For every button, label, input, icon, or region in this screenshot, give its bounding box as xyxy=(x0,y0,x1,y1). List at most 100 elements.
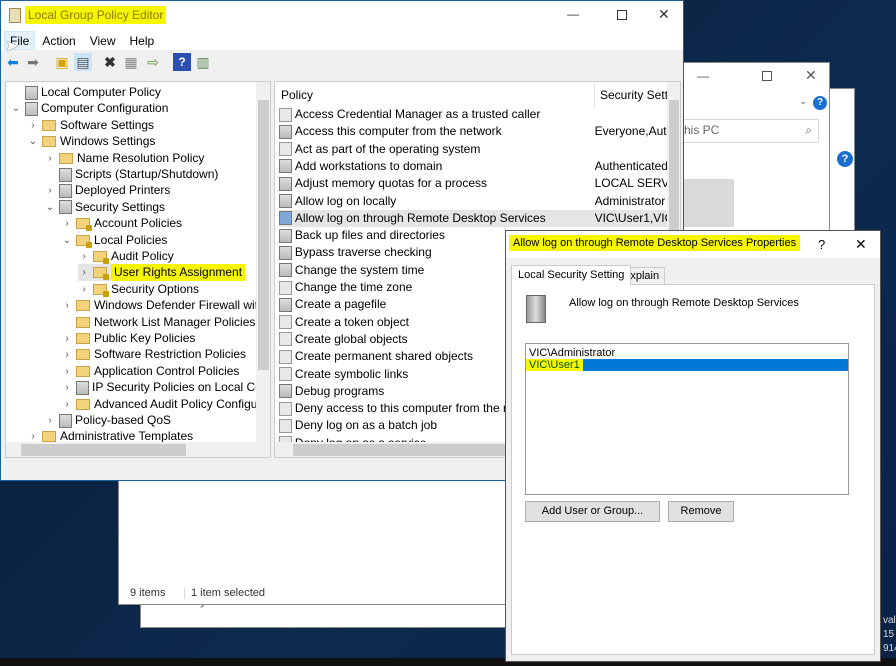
tab-local-security-setting[interactable]: Local Security Setting xyxy=(511,265,632,285)
export-list-icon[interactable]: ⇨ xyxy=(144,53,162,71)
tree-item[interactable]: › Account Policies xyxy=(61,215,182,232)
tree-item[interactable]: › Security Options xyxy=(78,281,199,298)
tree-item[interactable]: › Audit Policy xyxy=(78,248,174,265)
tree-item[interactable]: › Policy-based QoS xyxy=(44,412,171,429)
delete-icon[interactable]: ✖ xyxy=(101,53,119,71)
tree-item[interactable]: ⌄ Windows Settings xyxy=(27,133,156,150)
up-folder-icon[interactable]: ▣ xyxy=(53,53,71,71)
policy-name: Access Credential Manager as a trusted c… xyxy=(294,107,541,121)
tree-item[interactable]: › Software Restriction Policies xyxy=(61,346,246,363)
column-header-setting[interactable]: Security Settin xyxy=(594,82,669,108)
tree-vscrollbar[interactable] xyxy=(256,82,270,442)
chevron-right-icon[interactable]: › xyxy=(78,264,90,281)
policy-icon xyxy=(279,401,292,416)
chevron-right-icon[interactable]: › xyxy=(61,297,73,314)
chevron-right-icon[interactable]: › xyxy=(61,363,73,380)
search-input[interactable]: his PC ⌕ xyxy=(679,119,819,143)
chevron-down-icon[interactable]: ⌄ xyxy=(44,199,56,216)
action-pane-icon[interactable]: ▥ xyxy=(194,53,212,71)
chevron-right-icon[interactable]: › xyxy=(44,412,56,429)
tree-item-label: Public Key Policies xyxy=(94,331,196,345)
minimize-button[interactable]: — xyxy=(697,69,709,83)
chevron-right-icon[interactable]: › xyxy=(27,117,39,134)
tree-hscrollbar[interactable] xyxy=(6,442,270,457)
tree-pane: Local Computer Policy ⌄ Computer Configura… xyxy=(5,81,271,458)
maximize-button[interactable] xyxy=(617,10,627,20)
chevron-right-icon[interactable]: › xyxy=(61,379,73,396)
edge-text: 914 xyxy=(883,643,896,654)
chevron-down-icon[interactable]: ⌄ xyxy=(27,133,39,150)
script-icon xyxy=(59,167,72,182)
tree-item[interactable]: Scripts (Startup/Shutdown) xyxy=(44,166,218,183)
show-hide-tree-icon[interactable]: ▤ xyxy=(74,53,92,71)
tree-item[interactable]: › Windows Defender Firewall with xyxy=(61,297,264,314)
policy-row[interactable]: Allow log on locally Administrator xyxy=(279,193,669,210)
chevron-right-icon[interactable]: › xyxy=(44,182,56,199)
help-icon[interactable]: ? xyxy=(837,151,853,167)
policy-row[interactable]: Access this computer from the network Eve… xyxy=(279,123,669,140)
tree-item-label: User Rights Assignment xyxy=(111,264,246,282)
policy-setting: VIC\User1,VIC xyxy=(594,210,669,225)
account-item[interactable]: VIC\Administrator xyxy=(526,347,848,359)
policy-icon xyxy=(279,418,292,433)
tree-item[interactable]: › Application Control Policies xyxy=(61,363,239,380)
tree-item[interactable]: › Name Resolution Policy xyxy=(44,150,204,167)
tree-item[interactable]: ⌄ Local Policies xyxy=(61,232,167,249)
close-button[interactable]: ✕ xyxy=(658,6,670,23)
chevron-right-icon[interactable]: › xyxy=(78,248,90,265)
account-item-label: VIC\User1 xyxy=(526,359,583,371)
menu-action[interactable]: Action xyxy=(35,31,82,50)
policy-icon xyxy=(279,297,292,312)
policy-setting: LOCAL SERVIC xyxy=(594,176,669,191)
tree-item-label: Local Computer Policy xyxy=(41,85,162,99)
chevron-down-icon[interactable]: ⌄ xyxy=(10,100,22,117)
help-icon[interactable]: ? xyxy=(813,96,827,110)
remove-button[interactable]: Remove xyxy=(668,501,734,522)
tree-item[interactable]: › Advanced Audit Policy Configura xyxy=(61,396,268,413)
column-header-policy[interactable]: Policy xyxy=(281,88,313,102)
chevron-right-icon[interactable]: › xyxy=(61,330,73,347)
properties-icon[interactable]: ▦ xyxy=(122,53,140,71)
tree-item[interactable]: Local Computer Policy xyxy=(10,84,161,101)
policy-row[interactable]: Adjust memory quotas for a process LOCAL … xyxy=(279,175,669,192)
chevron-right-icon[interactable]: › xyxy=(78,281,90,298)
tree-item[interactable]: ⌄ Computer Configuration xyxy=(10,100,168,117)
folder-icon xyxy=(42,431,56,443)
tree-item[interactable]: › IP Security Policies on Local Com xyxy=(61,379,270,396)
policy-row[interactable]: Add workstations to domain Authenticated xyxy=(279,158,669,175)
policy-icon xyxy=(279,384,292,399)
dialog-help-button[interactable]: ? xyxy=(818,237,825,252)
policy-row[interactable]: Act as part of the operating system xyxy=(279,141,669,158)
menu-view[interactable]: View xyxy=(83,31,123,50)
accounts-listbox[interactable]: VIC\Administrator VIC\User1 xyxy=(525,343,849,495)
policy-name: Act as part of the operating system xyxy=(294,141,481,156)
expand-ribbon-icon[interactable]: ⌄ xyxy=(799,96,807,107)
chevron-right-icon[interactable]: › xyxy=(44,150,56,167)
chevron-right-icon[interactable]: › xyxy=(61,346,73,363)
policy-icon xyxy=(279,245,292,260)
tree-item[interactable]: › Deployed Printers xyxy=(44,182,170,199)
policy-icon xyxy=(279,332,292,347)
policy-row[interactable]: Allow log on through Remote Desktop Serv… xyxy=(279,209,669,227)
minimize-button[interactable]: — xyxy=(567,7,579,21)
chevron-right-icon[interactable]: › xyxy=(61,396,73,413)
forward-icon[interactable]: ➡ xyxy=(24,53,42,71)
status-selected: 1 item selected xyxy=(184,587,265,599)
policy-row[interactable]: Access Credential Manager as a trusted c… xyxy=(279,106,669,123)
tree-item[interactable]: Network List Manager Policies xyxy=(61,314,255,331)
chevron-down-icon[interactable]: ⌄ xyxy=(61,232,73,249)
close-button[interactable]: ✕ xyxy=(805,67,817,84)
menu-help[interactable]: Help xyxy=(123,31,162,50)
chevron-right-icon[interactable]: › xyxy=(61,215,73,232)
tree-item[interactable]: › User Rights Assignment xyxy=(78,264,246,282)
tree-item[interactable]: › Software Settings xyxy=(27,117,154,134)
tree-item[interactable]: › Public Key Policies xyxy=(61,330,195,347)
dialog-close-button[interactable]: ✕ xyxy=(855,236,867,253)
maximize-button[interactable] xyxy=(762,71,772,81)
account-item-selected[interactable]: VIC\User1 xyxy=(526,359,848,371)
add-user-or-group-button[interactable]: Add User or Group... xyxy=(525,501,660,522)
help-icon[interactable]: ? xyxy=(173,53,191,71)
tree-item[interactable]: ⌄ Security Settings xyxy=(44,199,165,216)
policy-name: Access this computer from the network xyxy=(294,124,502,139)
edge-text: val xyxy=(883,615,896,626)
